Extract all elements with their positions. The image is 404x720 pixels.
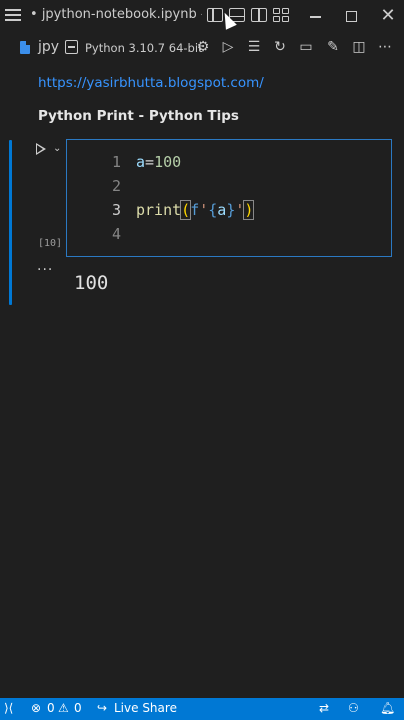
warning-count[interactable]: 0: [74, 701, 82, 715]
execution-count: [10]: [38, 238, 63, 249]
editor-tab-label[interactable]: jpy: [38, 39, 59, 55]
title-bar: • jpython-notebook.ipynb - py... ✕: [0, 0, 404, 32]
clear-outputs-icon[interactable]: ☰: [246, 39, 262, 55]
output-actions-icon[interactable]: ···: [37, 262, 53, 278]
line-number: 1: [111, 153, 121, 171]
output-focus-indicator: [9, 262, 12, 304]
code-text: a=100: [136, 153, 182, 171]
window-title: • jpython-notebook.ipynb - py...: [30, 7, 202, 22]
code-cell-editor[interactable]: 1 a=100 2 3 print(f'{a}') 4: [66, 139, 392, 257]
accounts-icon[interactable]: ⚇: [348, 701, 359, 715]
notebook-file-icon: [20, 41, 30, 54]
errors-icon[interactable]: ⊗: [31, 701, 41, 715]
warning-icon[interactable]: ⚠: [58, 701, 69, 715]
more-actions-icon[interactable]: ⋯: [377, 39, 393, 55]
code-line: 2: [67, 174, 387, 198]
code-line: 1 a=100: [67, 150, 387, 174]
kernel-icon[interactable]: [65, 40, 78, 54]
tweet-feedback-icon[interactable]: ⇄: [319, 701, 329, 715]
error-count[interactable]: 0: [47, 701, 55, 715]
code-text: print(f'{a}'): [136, 200, 255, 220]
line-number: 3: [111, 201, 121, 219]
restart-kernel-icon[interactable]: ↻: [272, 39, 288, 55]
toggle-secondary-sidebar-icon[interactable]: [251, 8, 267, 22]
live-share-icon[interactable]: ↪: [97, 701, 107, 715]
code-line: 3 print(f'{a}'): [67, 198, 387, 222]
menu-icon[interactable]: [5, 9, 21, 22]
maximize-button[interactable]: [341, 6, 361, 26]
settings-gear-icon[interactable]: ⚙: [195, 39, 211, 55]
chevron-down-icon[interactable]: ⌄: [53, 143, 61, 154]
split-editor-icon[interactable]: ◫: [351, 39, 367, 55]
outline-icon[interactable]: ✎: [325, 39, 341, 55]
blog-link[interactable]: https://yasirbhutta.blogspot.com/: [38, 75, 264, 91]
cell-output: 100: [74, 272, 109, 294]
run-cell-icon[interactable]: [36, 143, 46, 155]
remote-icon[interactable]: ⟩⟨: [4, 701, 13, 715]
line-number: 2: [111, 177, 121, 195]
notifications-bell-icon[interactable]: 🔔︎: [380, 701, 395, 715]
live-share-label[interactable]: Live Share: [114, 701, 177, 715]
window-title-text: jpython-notebook.ipynb - py...: [41, 7, 202, 22]
status-bar: ⟩⟨ ⊗ 0 ⚠ 0 ↪ Live Share ⇄ ⚇ 🔔︎: [0, 698, 404, 720]
kernel-picker[interactable]: Python 3.10.7 64-bit: [85, 41, 203, 55]
close-button[interactable]: ✕: [378, 6, 398, 26]
variables-icon[interactable]: ▭: [298, 39, 314, 55]
markdown-heading: Python Print - Python Tips: [38, 108, 239, 124]
minimize-button[interactable]: [306, 6, 326, 26]
line-number: 4: [111, 225, 121, 243]
customize-layout-icon[interactable]: [273, 8, 289, 22]
code-line: 4: [67, 222, 387, 246]
run-all-icon[interactable]: ▷: [220, 39, 236, 55]
